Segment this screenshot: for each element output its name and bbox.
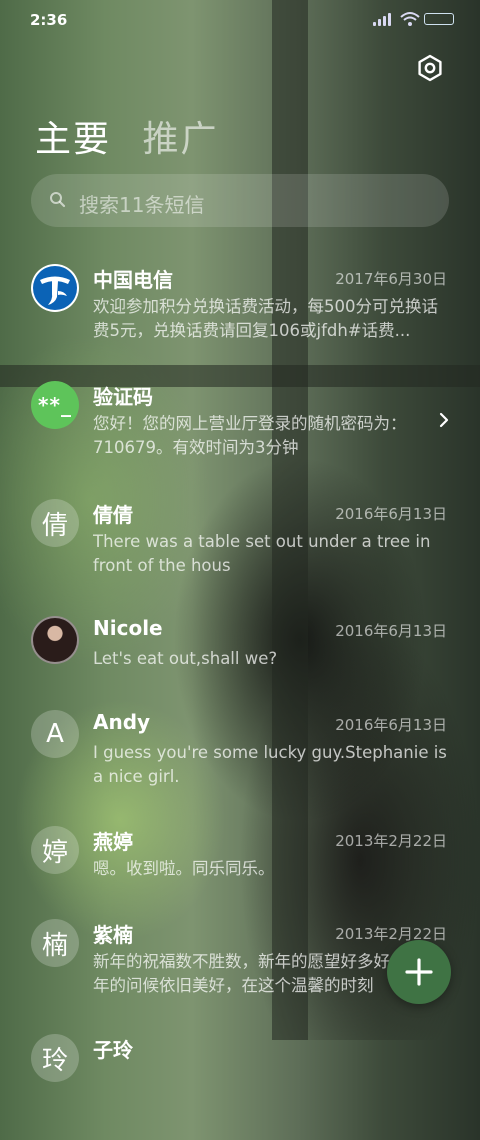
status-time: 2:36	[30, 11, 68, 29]
avatar: A	[31, 710, 79, 758]
status-bar: 2:36	[0, 0, 480, 40]
china-telecom-logo-icon	[31, 264, 79, 312]
avatar: **_	[31, 381, 79, 429]
signal-icon	[373, 12, 395, 26]
avatar	[31, 616, 79, 664]
battery-icon	[424, 13, 454, 25]
conversation-item-ziling[interactable]: 玲 子玲	[0, 1025, 480, 1140]
conversation-item-qianqian[interactable]: 倩 倩倩 2016年6月13日 There was a table set ou…	[0, 490, 480, 605]
search-icon	[50, 192, 66, 208]
conversation-name: Nicole	[93, 616, 163, 640]
conversation-preview: Let's eat out,shall we?	[93, 649, 278, 668]
plus-icon	[405, 958, 433, 986]
conversation-item-andy[interactable]: A Andy 2016年6月13日 I guess you're some lu…	[0, 701, 480, 816]
tab-promotion[interactable]: 推广	[142, 110, 218, 162]
search-placeholder: 搜索11条短信	[79, 193, 205, 217]
settings-gear-icon[interactable]	[416, 54, 444, 82]
avatar: 婷	[31, 826, 79, 874]
conversation-item-verification-code[interactable]: **_ 验证码 您好！您的网上营业厅登录的随机密码为：710679。有效时间为3…	[0, 372, 480, 487]
conversation-name: 子玲	[93, 1038, 133, 1062]
conversation-date: 2016年6月13日	[335, 716, 447, 734]
conversation-name: Andy	[93, 710, 151, 734]
conversation-date: 2013年2月22日	[335, 925, 447, 943]
conversation-date: 2017年6月30日	[335, 270, 447, 288]
conversation-name: 中国电信	[93, 268, 173, 292]
conversation-name: 验证码	[93, 385, 153, 409]
conversation-preview: 欢迎参加积分兑换话费活动，每500分可兑换话费5元，兑换话费请回复106或jfd…	[93, 297, 438, 340]
conversation-name: 燕婷	[93, 830, 133, 854]
search-input[interactable]: 搜索11条短信	[31, 174, 449, 227]
tab-bar: 主要 推广	[35, 110, 236, 162]
new-message-button[interactable]	[387, 940, 451, 1004]
conversation-preview: 您好！您的网上营业厅登录的随机密码为：710679。有效时间为3分钟	[93, 414, 407, 457]
tab-main[interactable]: 主要	[35, 110, 111, 162]
chevron-right-icon[interactable]	[438, 412, 450, 428]
avatar: 楠	[31, 919, 79, 967]
conversation-date: 2013年2月22日	[335, 832, 447, 850]
avatar: 玲	[31, 1034, 79, 1082]
conversation-item-china-telecom[interactable]: 中国电信 2017年6月30日 欢迎参加积分兑换话费活动，每500分可兑换话费5…	[0, 255, 480, 370]
conversation-date: 2016年6月13日	[335, 622, 447, 640]
conversation-preview: There was a table set out under a tree i…	[93, 532, 431, 575]
conversation-name: 倩倩	[93, 503, 133, 527]
conversation-preview: I guess you're some lucky guy.Stephanie …	[93, 743, 447, 786]
wifi-icon	[400, 12, 420, 26]
conversation-name: 紫楠	[93, 923, 133, 947]
conversation-preview: 嗯。收到啦。同乐同乐。	[93, 859, 275, 878]
avatar: 倩	[31, 499, 79, 547]
conversation-date: 2016年6月13日	[335, 505, 447, 523]
